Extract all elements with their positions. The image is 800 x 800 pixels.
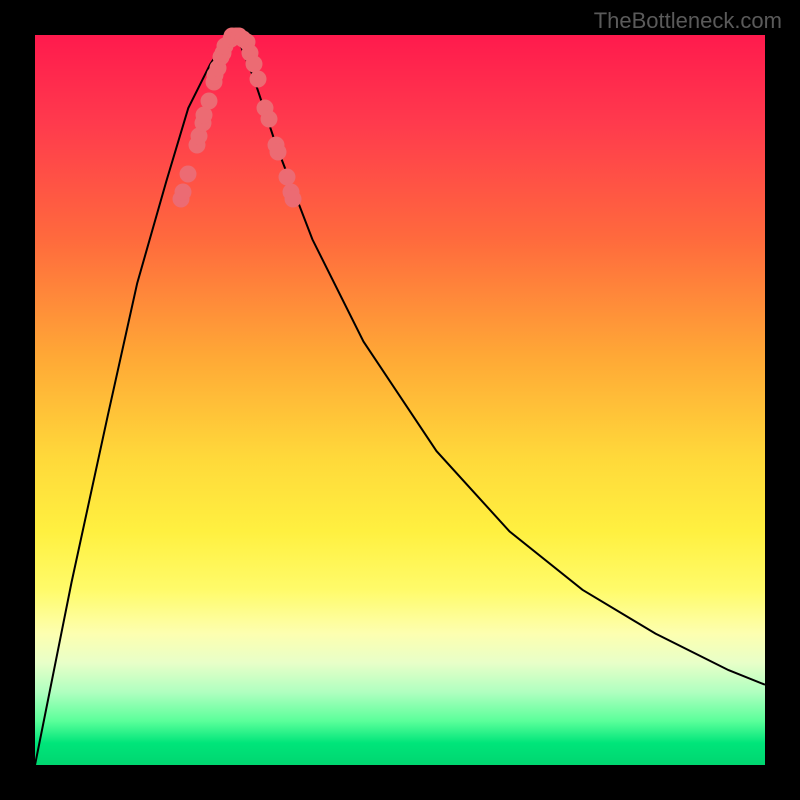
watermark-text: TheBottleneck.com xyxy=(594,8,782,34)
data-points-layer xyxy=(35,35,765,765)
data-point xyxy=(260,110,277,127)
data-point xyxy=(200,92,217,109)
data-point xyxy=(249,70,266,87)
data-point xyxy=(284,191,301,208)
data-point xyxy=(180,165,197,182)
data-point xyxy=(175,183,192,200)
data-point xyxy=(270,143,287,160)
data-point xyxy=(196,107,213,124)
chart-container xyxy=(35,35,765,765)
